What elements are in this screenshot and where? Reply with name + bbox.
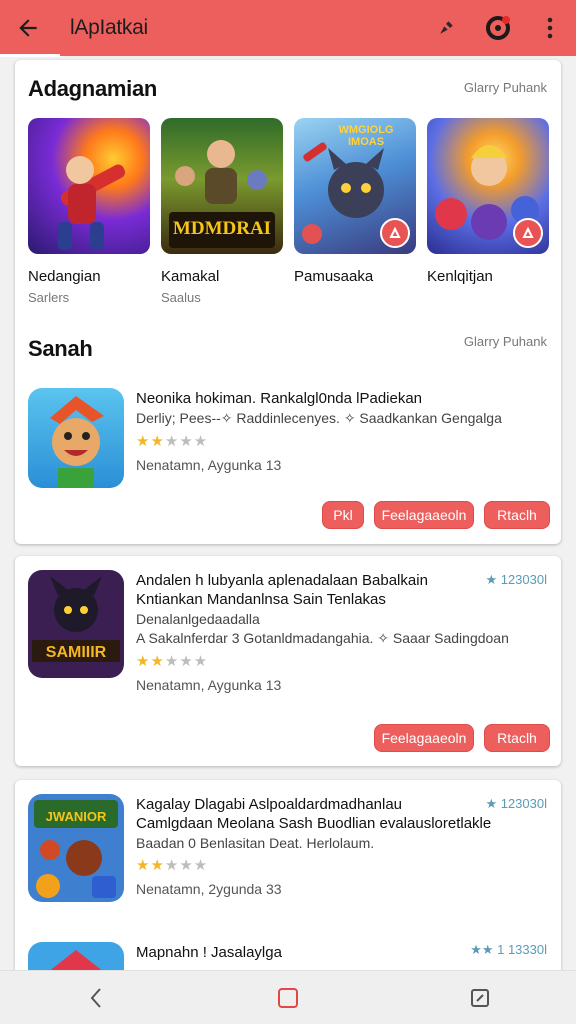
tile-name: Nedangian	[28, 268, 101, 285]
app-list-item[interactable]: SAMIIIR Andalen h lubyanla aplenadalaan …	[28, 570, 550, 752]
featured-tile[interactable]: MDMDRAI Kamakal Saalus	[161, 118, 283, 305]
game-artwork	[427, 118, 549, 254]
featured-card: Adagnamian Glarry Puhank Nedangian Sarle…	[15, 60, 561, 544]
tile-name: Pamusaaka	[294, 268, 374, 285]
nav-home-button[interactable]	[258, 971, 318, 1024]
app-tags: A Sakalnferdar 3 Gotanldmadangahia. ✧ Sa…	[136, 630, 509, 646]
app-subtitle: Camlgdaan Meolana Sash Buodlian evalausl…	[136, 815, 492, 832]
app-meta: Nenatamn, Aygunka 13	[136, 457, 282, 473]
ad-badge	[380, 218, 410, 248]
app-info: Andalen h lubyanla aplenadalaan Babalkai…	[136, 572, 550, 693]
app-card[interactable]: ★ 123030l JWANIOR Kagalay Dlagabi Aslpoa…	[15, 780, 561, 1002]
featured-section-title: Adagnamian	[28, 76, 158, 101]
featured-see-all-link[interactable]: Glarry Puhank	[464, 80, 547, 95]
game-artwork: MDMDRAI	[161, 118, 283, 254]
badge-icon	[522, 226, 534, 238]
app-card[interactable]: ★ 123030l SAMIIIR Andalen h lubyanla apl…	[15, 556, 561, 766]
tile-name: Kamakal	[161, 268, 220, 285]
tile-subtitle: Saalus	[161, 290, 201, 305]
app-tags: Baadan 0 Benlasitan Deat. Herlolaum.	[136, 835, 375, 851]
list-see-all-link[interactable]: Glarry Puhank	[464, 334, 547, 349]
game-artwork	[28, 118, 150, 254]
app-icon: SAMIIIR	[28, 570, 124, 678]
pin-button[interactable]	[420, 0, 472, 56]
tile-name: Kenlqitjan	[427, 268, 493, 285]
app-subtitle: Kntiankan Mandanlnsa Sain Tenlakas	[136, 591, 386, 608]
more-vert-icon	[547, 17, 553, 39]
play-button[interactable]: Pkl	[322, 501, 364, 529]
app-info: Neonika hokiman. Rankalgl0nda lPadiekan …	[136, 390, 550, 473]
artwork-caption: MDMDRAI	[172, 218, 272, 239]
app-title: Neonika hokiman. Rankalgl0nda lPadiekan	[136, 390, 423, 407]
featured-tile[interactable]: Kenlqitjan	[427, 118, 549, 285]
app-icon	[28, 388, 124, 488]
rating-stars: ★★★★★	[136, 433, 209, 450]
app-list-item[interactable]: JWANIOR Kagalay Dlagabi Aslpoaldardmadha…	[28, 794, 550, 904]
app-title: Mapnahn ! Jasalaylga	[136, 944, 282, 961]
app-tags: Derliy; Pees--✧ Raddinlecenyes. ✧ Saadka…	[136, 410, 502, 426]
tile-subtitle: Sarlers	[28, 290, 70, 305]
svg-text:JWANIOR: JWANIOR	[46, 809, 107, 824]
app-list-item[interactable]: Neonika hokiman. Rankalgl0nda lPadiekan …	[28, 388, 550, 529]
artwork-caption: WMGIOLG IMOAS	[338, 124, 394, 148]
app-info: Kagalay Dlagabi Aslpoaldardmadhanlau Cam…	[136, 796, 550, 897]
app-meta: Nenatamn, Aygunka 13	[136, 677, 282, 693]
featured-tile[interactable]: Nedangian Sarlers	[28, 118, 150, 305]
app-info: Mapnahn ! Jasalaylga	[136, 944, 550, 961]
ad-badge	[513, 218, 543, 248]
badge-icon	[389, 226, 401, 238]
system-nav-bar	[0, 970, 576, 1024]
app-bar: lApIatkai	[0, 0, 576, 56]
details-button[interactable]: Rtaclh	[484, 724, 550, 752]
more-options-button[interactable]	[524, 0, 576, 56]
pin-icon	[440, 21, 453, 34]
profile-icon	[486, 16, 510, 40]
rating-stars: ★★★★★	[136, 653, 209, 670]
back-button[interactable]	[0, 0, 56, 56]
tab-indicator	[0, 54, 60, 57]
home-nav-icon	[278, 987, 298, 1008]
recents-nav-icon	[471, 988, 489, 1007]
nav-recents-button[interactable]	[450, 971, 510, 1024]
list-section-title: Sanah	[28, 336, 93, 361]
app-title: Andalen h lubyanla aplenadalaan Babalkai…	[136, 572, 428, 589]
app-icon: JWANIOR	[28, 794, 124, 902]
app-meta: Nenatamn, 2ygunda 33	[136, 881, 282, 897]
nav-back-button[interactable]	[66, 971, 126, 1024]
app-title: Kagalay Dlagabi Aslpoaldardmadhanlau	[136, 796, 403, 813]
rating-stars: ★★★★★	[136, 857, 209, 874]
game-artwork: WMGIOLG IMOAS	[294, 118, 416, 254]
featured-tile[interactable]: WMGIOLG IMOAS Pamusaaka	[294, 118, 416, 285]
back-nav-icon	[90, 987, 101, 1008]
profile-button[interactable]	[472, 0, 524, 56]
arrow-back-icon	[19, 19, 37, 37]
app-title: lApIatkai	[70, 16, 148, 39]
details-button[interactable]: Rtaclh	[484, 501, 550, 529]
svg-text:SAMIIIR: SAMIIIR	[46, 644, 107, 661]
install-button[interactable]: Feelagaaeoln	[374, 724, 474, 752]
app-category: Denalanlgedaadalla	[136, 611, 260, 627]
install-button[interactable]: Feelagaaeoln	[374, 501, 474, 529]
